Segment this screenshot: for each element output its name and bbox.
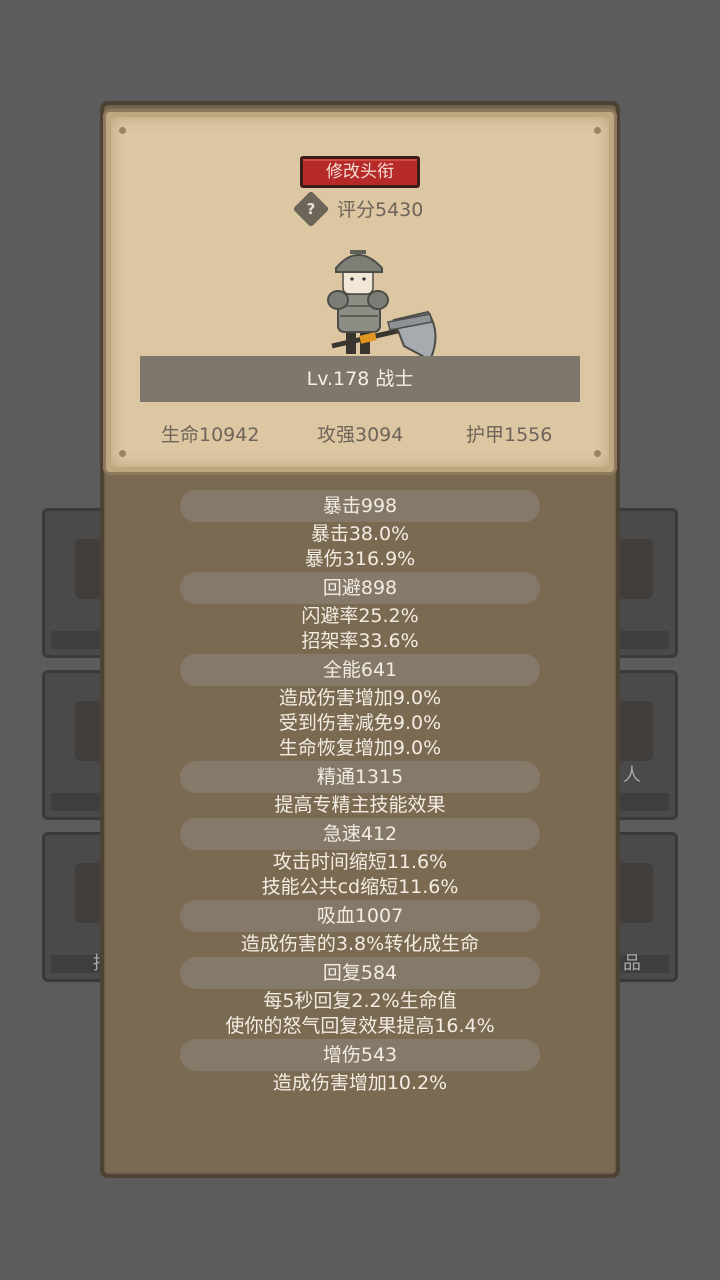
stat-line: 造成伤害增加10.2%: [272, 1072, 448, 1094]
help-icon-glyph: ?: [306, 200, 316, 218]
stat-damage-bonus-header: 增伤543: [180, 1039, 540, 1071]
stat-line: 提高专精主技能效果: [274, 794, 446, 816]
stat-line: 技能公共cd缩短11.6%: [261, 876, 459, 898]
stat-line: 使你的怒气回复效果提高16.4%: [225, 1015, 495, 1037]
stat-line: 暴伤316.9%: [304, 548, 416, 570]
stat-crit-header: 暴击998: [180, 490, 540, 522]
rivet: [119, 127, 126, 134]
stat-regen-header: 回复584: [180, 957, 540, 989]
stat-line: 攻击时间缩短11.6%: [272, 851, 448, 873]
attack-power-stat: 攻强3094: [317, 424, 404, 446]
stat-line: 闪避率25.2%: [301, 605, 419, 627]
rivet: [594, 450, 601, 457]
stat-versatility-header: 全能641: [180, 654, 540, 686]
score-text: 评分5430: [337, 199, 424, 221]
stat-avoidance-header: 回避898: [180, 572, 540, 604]
slot-label: 品: [623, 953, 641, 974]
stat-line: 生命恢复增加9.0%: [278, 737, 442, 759]
warrior-character-avatar: [327, 250, 437, 362]
rivet: [119, 450, 126, 457]
rename-title-button[interactable]: 修改头衔: [300, 156, 420, 188]
level-class-bar: Lv.178 战士: [140, 356, 580, 402]
slot-label: 人: [623, 765, 641, 786]
stat-lifesteal-header: 吸血1007: [180, 900, 540, 932]
armor-stat: 护甲1556: [466, 424, 553, 446]
stat-mastery-header: 精通1315: [180, 761, 540, 793]
rivet: [594, 127, 601, 134]
stat-line: 招架率33.6%: [301, 630, 419, 652]
stat-line: 每5秒回复2.2%生命值: [263, 990, 457, 1012]
secondary-stats-list: 暴击998 暴击38.0% 暴伤316.9% 回避898 闪避率25.2% 招架…: [100, 490, 620, 1096]
stat-line: 受到伤害减免9.0%: [278, 712, 442, 734]
stat-line: 造成伤害的3.8%转化成生命: [240, 933, 480, 955]
stat-haste-header: 急速412: [180, 818, 540, 850]
hp-stat: 生命10942: [161, 424, 260, 446]
help-icon[interactable]: ?: [292, 190, 330, 228]
stat-line: 造成伤害增加9.0%: [278, 687, 442, 709]
stat-line: 暴击38.0%: [310, 523, 410, 545]
